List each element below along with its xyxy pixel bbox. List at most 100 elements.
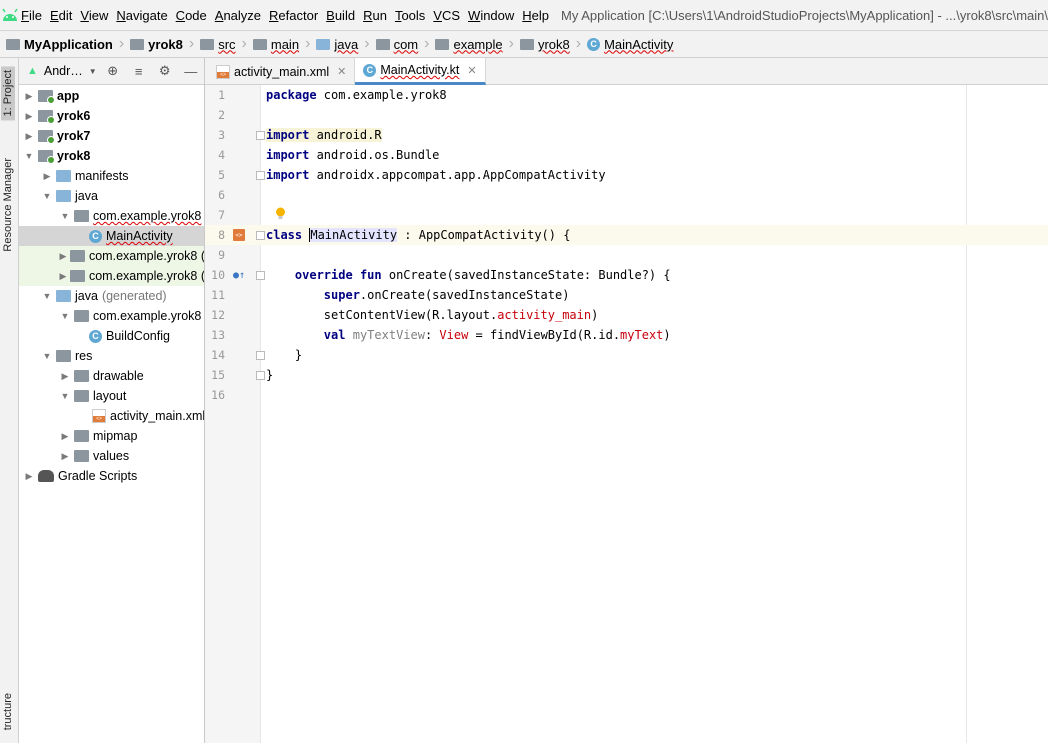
chevron-right-icon: › (241, 35, 247, 52)
tree-item-package-main[interactable]: ▼ com.example.yrok8 (19, 206, 204, 226)
menu-window[interactable]: Window (466, 8, 520, 23)
collapse-arrow-icon[interactable]: ▼ (41, 191, 53, 201)
minimize-icon[interactable]: — (181, 61, 201, 81)
java-class-icon: C (89, 329, 102, 343)
expand-arrow-icon[interactable]: ▶ (59, 251, 67, 262)
tree-item-mainactivity[interactable]: C MainActivity (19, 226, 204, 246)
expand-arrow-icon[interactable]: ▶ (59, 451, 71, 462)
tree-item-yrok8[interactable]: ▼ yrok8 (19, 146, 204, 166)
project-panel-header: ▲ Andr… ▼ ⊕ ≡ ⚙ — (19, 58, 204, 85)
menu-help[interactable]: Help (520, 8, 555, 23)
module-icon (38, 90, 55, 104)
xml-file-icon (216, 64, 230, 79)
menu-build[interactable]: Build (324, 8, 361, 23)
menu-analyze[interactable]: Analyze (213, 8, 267, 23)
breadcrumb-item-module[interactable]: yrok8 › (130, 36, 200, 52)
project-tree: ▶ app ▶ yrok6 ▶ yrok7 ▼ yrok8 ▶ manifest… (19, 86, 204, 486)
code-line: 15 } (211, 368, 274, 382)
breadcrumb-item-com[interactable]: com › (375, 36, 436, 52)
folder-icon (74, 430, 89, 442)
package-icon (69, 270, 85, 282)
menu-run[interactable]: Run (361, 8, 393, 23)
tree-item-package-generated[interactable]: ▼ com.example.yrok8 (19, 306, 204, 326)
tree-item-gradle-scripts[interactable]: ▶ Gradle Scripts (19, 466, 204, 486)
folder-icon (74, 450, 89, 462)
close-icon[interactable]: ✕ (467, 64, 476, 77)
lightbulb-icon[interactable] (275, 207, 286, 224)
fold-marker-icon[interactable] (256, 130, 265, 140)
tree-item-res[interactable]: ▼ res (19, 346, 204, 366)
menu-view[interactable]: View (78, 8, 114, 23)
expand-arrow-icon[interactable]: ▶ (23, 111, 35, 122)
collapse-arrow-icon[interactable]: ▼ (59, 211, 71, 221)
expand-arrow-icon[interactable]: ▶ (59, 431, 71, 442)
left-tool-stripe: 1: Project Resource Manager tructure (0, 58, 19, 743)
breadcrumb-item-example[interactable]: example › (435, 36, 519, 52)
fold-marker-icon[interactable] (256, 170, 265, 180)
tree-item-drawable[interactable]: ▶ drawable (19, 366, 204, 386)
collapse-arrow-icon[interactable]: ▼ (41, 291, 53, 301)
menu-code[interactable]: Code (174, 8, 213, 23)
breadcrumb-item-src[interactable]: src › (200, 36, 253, 52)
chevron-right-icon: › (188, 35, 195, 52)
collapse-arrow-icon[interactable]: ▼ (59, 391, 71, 401)
folder-icon (56, 190, 71, 202)
breadcrumb-item-myapplication[interactable]: MyApplication › (6, 36, 130, 52)
fold-marker-icon[interactable] (256, 350, 265, 360)
tab-mainactivity-kt[interactable]: C MainActivity.kt ✕ (355, 58, 486, 85)
project-folder-icon (6, 38, 20, 50)
structure-tab[interactable]: tructure (2, 693, 14, 730)
breadcrumb-item-mainactivity[interactable]: C MainActivity (587, 37, 673, 52)
expand-arrow-icon[interactable]: ▶ (59, 271, 67, 282)
tree-item-package-test[interactable]: ▶ com.example.yrok8 ( (19, 266, 204, 286)
menu-navigate[interactable]: Navigate (114, 8, 173, 23)
override-gutter-icon[interactable]: ●↑ (233, 269, 245, 281)
tree-item-java[interactable]: ▼ java (19, 186, 204, 206)
project-view-selector[interactable]: Andr… (44, 64, 83, 78)
resource-manager-tab[interactable]: Resource Manager (2, 158, 14, 252)
tree-item-yrok7[interactable]: ▶ yrok7 (19, 126, 204, 146)
tree-item-java-generated[interactable]: ▼ java (generated) (19, 286, 204, 306)
module-icon (38, 150, 55, 164)
tab-activity-main-xml[interactable]: activity_main.xml ✕ (205, 58, 356, 85)
tree-item-mipmap[interactable]: ▶ mipmap (19, 426, 204, 446)
expand-arrow-icon[interactable]: ▶ (59, 371, 71, 382)
breadcrumb-item-yrok8[interactable]: yrok8 › (519, 36, 587, 52)
menu-file[interactable]: File (19, 8, 48, 23)
tree-item-yrok6[interactable]: ▶ yrok6 (19, 106, 204, 126)
collapse-arrow-icon[interactable]: ▼ (41, 351, 53, 361)
expand-arrow-icon[interactable]: ▶ (23, 91, 35, 102)
close-icon[interactable]: ✕ (337, 65, 346, 78)
project-tool-tab[interactable]: 1: Project (1, 66, 15, 121)
code-editor[interactable]: 1 package com.example.yrok8 2 3 import a… (205, 85, 1048, 743)
menu-edit[interactable]: Edit (48, 8, 78, 23)
chevron-down-icon[interactable]: ▼ (89, 67, 97, 76)
tree-item-values[interactable]: ▶ values (19, 446, 204, 466)
code-line: 13 val myTextView: View = findViewById(R… (211, 328, 671, 342)
collapse-arrow-icon[interactable]: ▼ (23, 151, 35, 161)
fold-marker-icon[interactable] (256, 370, 265, 380)
tree-item-manifests[interactable]: ▶ manifests (19, 166, 204, 186)
target-icon[interactable]: ⊕ (103, 61, 123, 81)
breadcrumb-item-java[interactable]: java › (316, 36, 375, 52)
collapse-arrow-icon[interactable]: ▼ (59, 311, 71, 321)
tree-item-layout[interactable]: ▼ layout (19, 386, 204, 406)
expand-arrow-icon[interactable]: ▶ (41, 171, 53, 182)
expand-arrow-icon[interactable]: ▶ (23, 131, 35, 142)
menu-bar: File Edit View Navigate Code Analyze Ref… (0, 0, 1048, 30)
fold-marker-icon[interactable] (256, 270, 265, 280)
menu-tools[interactable]: Tools (393, 8, 431, 23)
expand-arrow-icon[interactable]: ▶ (23, 471, 35, 482)
tree-item-package-androidtest[interactable]: ▶ com.example.yrok8 ( (19, 246, 204, 266)
xml-file-icon (92, 409, 106, 423)
collapse-all-icon[interactable]: ≡ (129, 61, 149, 81)
menu-vcs[interactable]: VCS (431, 8, 466, 23)
tree-item-buildconfig[interactable]: C BuildConfig (19, 326, 204, 346)
menu-refactor[interactable]: Refactor (267, 8, 324, 23)
tree-item-app[interactable]: ▶ app (19, 86, 204, 106)
tree-item-activity-main-xml[interactable]: activity_main.xml (19, 406, 204, 426)
gear-icon[interactable]: ⚙ (155, 61, 175, 81)
run-gutter-icon[interactable]: <> (233, 229, 245, 241)
breadcrumb-item-main[interactable]: main › (252, 36, 317, 52)
fold-marker-icon[interactable] (256, 230, 265, 240)
